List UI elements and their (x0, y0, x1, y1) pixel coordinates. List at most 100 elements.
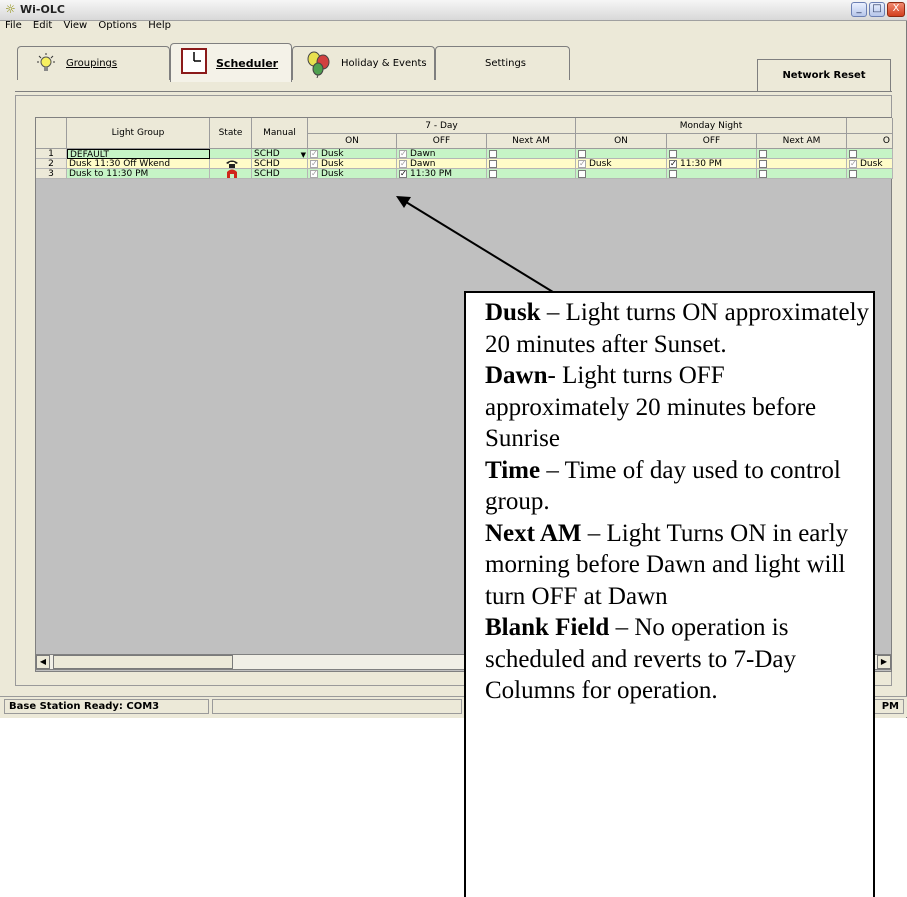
checkbox[interactable] (759, 150, 767, 158)
checkbox[interactable]: ✓ (310, 150, 318, 158)
table-row[interactable]: 1 DEFAULT SCHD ▼ ✓ Dusk ✓ Dawn (36, 149, 893, 159)
checkbox[interactable] (759, 170, 767, 178)
scroll-left-icon[interactable]: ◀ (36, 655, 50, 669)
table-row[interactable]: 2 Dusk 11:30 Off Wkend SCHD ✓ Dusk ✓ Dawn … (36, 159, 893, 169)
signal-icon (226, 169, 237, 178)
seven-day-off-cell[interactable]: ✓ Dawn (397, 159, 487, 169)
chevron-down-icon[interactable]: ▼ (301, 150, 306, 158)
seven-day-next-am-cell[interactable] (487, 159, 576, 169)
header-next-group (847, 118, 893, 134)
seven-day-off-cell[interactable]: ✓ 11:30 PM (397, 169, 487, 179)
menu-view[interactable]: View (63, 20, 87, 31)
tab-groupings-label: Groupings (66, 58, 118, 69)
table-row[interactable]: 3 Dusk to 11:30 PM SCHD ✓ Dusk ✓ 11:30 PM (36, 169, 893, 179)
seven-day-off-value: 11:30 PM (410, 169, 452, 179)
checkbox[interactable] (489, 150, 497, 158)
seven-day-on-value: Dusk (321, 159, 344, 169)
close-button[interactable]: X (887, 2, 905, 17)
seven-day-on-cell[interactable]: ✓ Dusk (308, 149, 397, 159)
manual-value: SCHD (254, 149, 280, 159)
mon-next-am-cell[interactable] (757, 149, 847, 159)
mon-next-am-cell[interactable] (757, 169, 847, 179)
seven-day-next-am-cell[interactable] (487, 149, 576, 159)
network-reset-button[interactable]: Network Reset (757, 59, 891, 92)
next-on-cell[interactable] (847, 169, 893, 179)
checkbox[interactable]: ✓ (849, 160, 857, 168)
seven-day-on-value: Dusk (321, 149, 344, 159)
menu-help[interactable]: Help (148, 20, 171, 31)
tab-scheduler[interactable]: Scheduler (170, 43, 292, 82)
minimize-button[interactable]: _ (851, 2, 867, 17)
checkbox[interactable] (849, 150, 857, 158)
scroll-thumb[interactable] (53, 655, 233, 669)
manual-cell[interactable]: SCHD ▼ (252, 149, 308, 159)
checkbox[interactable]: ✓ (399, 170, 407, 178)
checkbox[interactable]: ✓ (578, 160, 586, 168)
next-on-cell[interactable]: ✓ Dusk (847, 159, 893, 169)
grid-corner (36, 118, 67, 149)
menu-file[interactable]: File (5, 20, 22, 31)
status-connection: Base Station Ready: COM3 (4, 699, 209, 714)
checkbox[interactable] (489, 160, 497, 168)
header-7-day: 7 - Day (308, 118, 576, 134)
checkbox[interactable] (759, 160, 767, 168)
seven-day-on-cell[interactable]: ✓ Dusk (308, 159, 397, 169)
checkbox[interactable]: ✓ (399, 160, 407, 168)
header-7day-off: OFF (397, 134, 487, 149)
mon-off-value: 11:30 PM (680, 159, 722, 169)
mon-off-cell[interactable] (667, 169, 757, 179)
manual-cell[interactable]: SCHD (252, 169, 308, 179)
checkbox[interactable] (669, 150, 677, 158)
dusk-term: Dusk (485, 299, 541, 326)
seven-day-next-am-cell[interactable] (487, 169, 576, 179)
mon-off-cell[interactable]: ✓ 11:30 PM (667, 159, 757, 169)
manual-cell[interactable]: SCHD (252, 159, 308, 169)
tab-groupings[interactable]: Groupings (17, 46, 170, 80)
header-light-group: Light Group (67, 118, 210, 149)
maximize-button[interactable]: □ (869, 2, 885, 17)
state-cell (210, 159, 252, 169)
checkbox[interactable] (849, 170, 857, 178)
checkbox[interactable] (489, 170, 497, 178)
seven-day-on-cell[interactable]: ✓ Dusk (308, 169, 397, 179)
light-group-cell[interactable]: Dusk 11:30 Off Wkend (67, 159, 210, 169)
state-cell (210, 149, 252, 159)
header-7day-next-am: Next AM (487, 134, 576, 149)
window-title: Wi-OLC (20, 3, 65, 16)
dawn-term: Dawn (485, 362, 548, 389)
scroll-right-icon[interactable]: ▶ (877, 655, 891, 669)
light-group-cell[interactable]: DEFAULT (67, 149, 210, 159)
checkbox[interactable] (578, 150, 586, 158)
tab-settings[interactable]: Settings (435, 46, 570, 80)
header-mon-off: OFF (667, 134, 757, 149)
checkbox[interactable] (669, 170, 677, 178)
checkbox[interactable] (578, 170, 586, 178)
next-on-cell[interactable] (847, 149, 893, 159)
mon-on-value: Dusk (589, 159, 612, 169)
mon-on-cell[interactable] (576, 169, 667, 179)
checkbox[interactable]: ✓ (310, 170, 318, 178)
header-7day-on: ON (308, 134, 397, 149)
mon-next-am-cell[interactable] (757, 159, 847, 169)
menu-options[interactable]: Options (98, 20, 137, 31)
checkbox[interactable]: ✓ (399, 150, 407, 158)
header-next-on: O (847, 134, 893, 149)
row-number: 3 (36, 169, 67, 179)
dawn-definition: Dawn- Light turns OFF approximately 20 m… (485, 360, 873, 455)
bulb-icon (37, 53, 55, 71)
seven-day-off-value: Dawn (410, 159, 436, 169)
dusk-text: – Light turns ON approximately 20 minute… (485, 299, 870, 358)
mon-off-cell[interactable] (667, 149, 757, 159)
mon-on-cell[interactable] (576, 149, 667, 159)
mon-on-cell[interactable]: ✓ Dusk (576, 159, 667, 169)
row-number: 1 (36, 149, 67, 159)
light-group-cell[interactable]: Dusk to 11:30 PM (67, 169, 210, 179)
seven-day-off-cell[interactable]: ✓ Dawn (397, 149, 487, 159)
checkbox[interactable]: ✓ (669, 160, 677, 168)
next-am-definition: Next AM – Light Turns ON in early mornin… (485, 518, 873, 613)
tab-holiday-events[interactable]: Holiday & Events (292, 46, 435, 80)
menu-edit[interactable]: Edit (33, 20, 52, 31)
checkbox[interactable]: ✓ (310, 160, 318, 168)
legend-callout: Dusk – Light turns ON approximately 20 m… (464, 291, 875, 897)
header-mon-on: ON (576, 134, 667, 149)
